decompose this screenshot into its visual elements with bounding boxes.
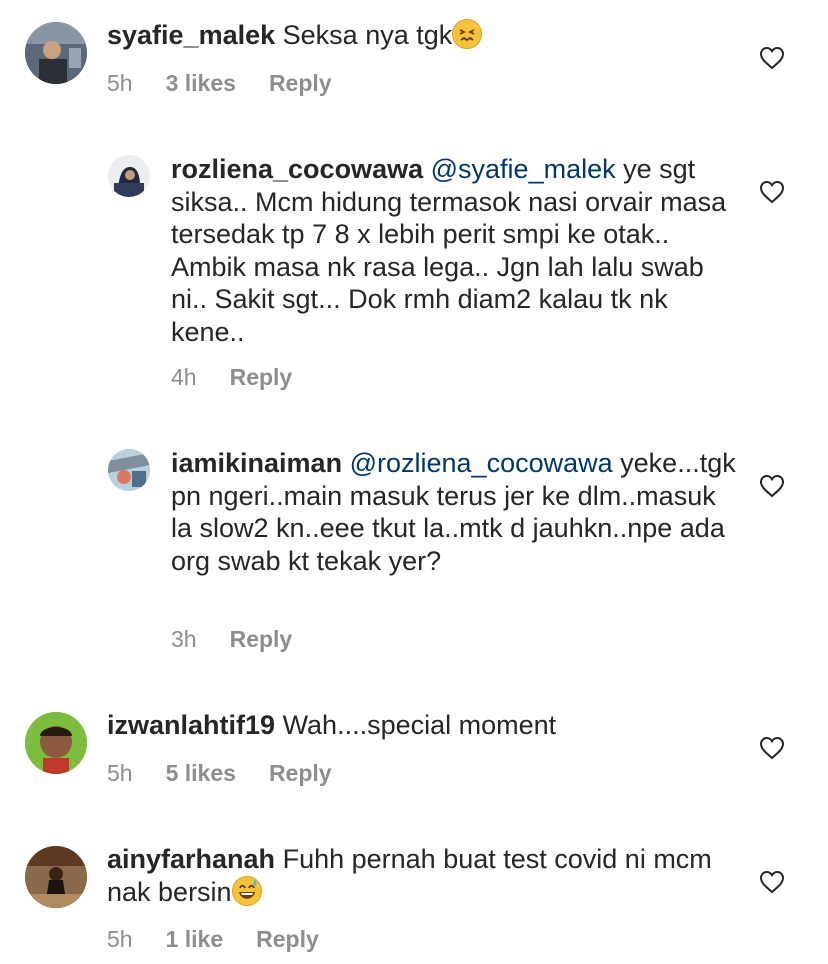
avatar[interactable] — [25, 846, 87, 908]
comment-username[interactable]: iamikinaiman — [171, 448, 342, 478]
comment-time: 5h — [107, 926, 133, 952]
comment-text: Seksa nya tgk — [282, 20, 453, 50]
avatar[interactable] — [108, 155, 150, 197]
heart-icon[interactable] — [759, 180, 785, 204]
comment-likes[interactable]: 1 like — [166, 926, 224, 953]
comment-meta: 3h Reply — [171, 626, 292, 653]
reply-button[interactable]: Reply — [230, 626, 293, 653]
comment-time: 5h — [107, 760, 133, 786]
avatar-image — [25, 846, 87, 908]
avatar-image — [108, 449, 150, 491]
comment-time: 5h — [107, 70, 133, 96]
comment-meta: 4h Reply — [171, 364, 292, 391]
avatar-image — [25, 712, 87, 774]
comment-username[interactable]: rozliena_cocowawa — [171, 154, 423, 184]
heart-icon[interactable] — [759, 870, 785, 894]
comment-meta: 5h 3 likes Reply — [107, 70, 332, 97]
avatar[interactable] — [108, 449, 150, 491]
comment-mention[interactable]: @rozliena_cocowawa — [350, 448, 613, 478]
comment-username[interactable]: izwanlahtif19 — [107, 710, 275, 740]
reply-button[interactable]: Reply — [269, 760, 332, 787]
reply-button[interactable]: Reply — [256, 926, 319, 953]
reply-button[interactable]: Reply — [230, 364, 293, 391]
confounded-face-emoji-icon — [452, 19, 483, 49]
comment-meta: 5h 1 like Reply — [107, 926, 319, 953]
heart-icon[interactable] — [759, 474, 785, 498]
comment-meta: 5h 5 likes Reply — [107, 760, 332, 787]
reply-button[interactable]: Reply — [269, 70, 332, 97]
comment-time: 4h — [171, 364, 197, 390]
heart-icon[interactable] — [759, 46, 785, 70]
comment-username[interactable]: syafie_malek — [107, 20, 275, 50]
heart-icon[interactable] — [759, 736, 785, 760]
avatar[interactable] — [25, 22, 87, 84]
comment-text: Wah....special moment — [282, 710, 557, 740]
comment-mention[interactable]: @syafie_malek — [431, 154, 616, 184]
comment-likes[interactable]: 3 likes — [166, 70, 236, 97]
avatar[interactable] — [25, 712, 87, 774]
comment-username[interactable]: ainyfarhanah — [107, 844, 275, 874]
grinning-sweat-face-emoji-icon — [231, 875, 262, 906]
comment-likes[interactable]: 5 likes — [166, 760, 236, 787]
comment-time: 3h — [171, 626, 197, 652]
avatar-image — [108, 155, 150, 197]
avatar-image — [25, 22, 87, 84]
